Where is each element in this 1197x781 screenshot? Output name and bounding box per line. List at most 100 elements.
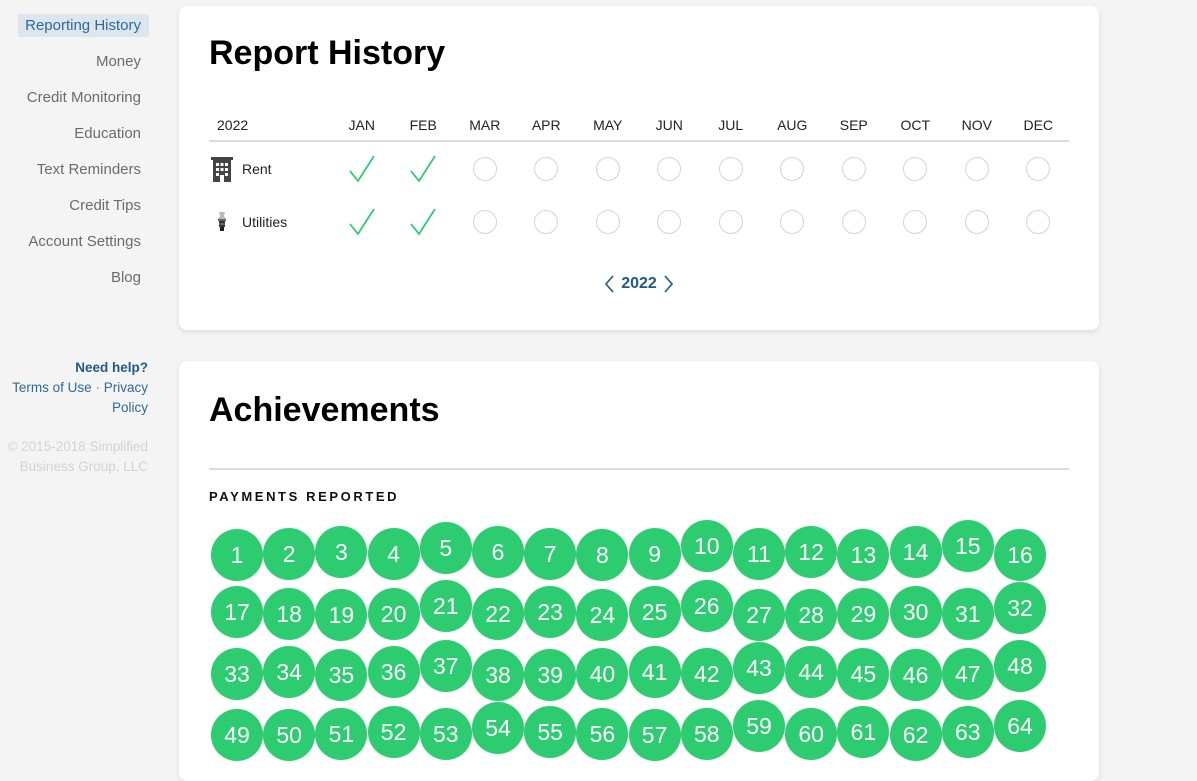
checkmark-icon xyxy=(410,155,437,183)
achievement-badge: 29 xyxy=(834,585,893,643)
achievement-badge: 36 xyxy=(364,643,423,701)
achievement-badge: 49 xyxy=(208,706,266,764)
sidebar-item-reporting-history[interactable]: Reporting History xyxy=(0,14,149,50)
status-cell xyxy=(823,156,885,181)
copyright: © 2015-2018 Simplified Business Group, L… xyxy=(0,437,148,477)
empty-circle-icon xyxy=(657,156,682,181)
achievement-badge: 38 xyxy=(469,646,527,704)
copyright-line2: Business Group, LLC xyxy=(19,459,148,474)
privacy-link-line2[interactable]: Policy xyxy=(0,398,148,418)
status-cell xyxy=(639,209,701,234)
achievement-badge: 41 xyxy=(625,643,684,701)
achievement-badge: 46 xyxy=(886,646,945,704)
achievement-badge: 47 xyxy=(938,645,997,703)
sidebar-item-label[interactable]: Education xyxy=(67,122,149,145)
status-cell xyxy=(762,209,824,234)
achievement-badge: 51 xyxy=(312,705,371,763)
status-cell xyxy=(454,209,516,234)
sidebar-item-blog[interactable]: Blog xyxy=(0,266,149,302)
sidebar-item-text-reminders[interactable]: Text Reminders xyxy=(0,158,149,194)
month-header: DEC xyxy=(1023,116,1054,133)
status-cell xyxy=(1008,156,1070,181)
empty-circle-icon xyxy=(718,209,743,234)
chevron-right-icon[interactable] xyxy=(661,274,675,294)
empty-circle-icon xyxy=(534,209,559,234)
report-table-header: 2022 JAN FEB MAR APR MAY JUN JUL AUG SEP… xyxy=(209,109,1069,142)
achievement-badge: 25 xyxy=(625,583,684,641)
empty-circle-icon xyxy=(472,156,497,181)
status-cell xyxy=(946,209,1008,234)
empty-circle-icon xyxy=(534,156,559,181)
empty-circle-icon xyxy=(841,156,866,181)
achievement-badge: 55 xyxy=(521,703,580,761)
status-cell xyxy=(577,156,639,181)
report-table: 2022 JAN FEB MAR APR MAY JUN JUL AUG SEP… xyxy=(209,109,1069,248)
sidebar-item-education[interactable]: Education xyxy=(0,122,149,158)
achievement-badge: 22 xyxy=(469,585,527,643)
status-cell xyxy=(331,207,393,237)
need-help-link[interactable]: Need help? xyxy=(0,358,148,378)
sidebar-item-credit-monitoring[interactable]: Credit Monitoring xyxy=(0,86,149,122)
achievement-badge: 5 xyxy=(416,519,475,577)
terms-link[interactable]: Terms of Use xyxy=(12,380,92,395)
status-cell xyxy=(885,209,947,234)
empty-circle-icon xyxy=(1026,156,1051,181)
sidebar-item-credit-tips[interactable]: Credit Tips xyxy=(0,194,149,230)
empty-circle-icon xyxy=(903,156,928,181)
empty-circle-icon xyxy=(657,209,682,234)
month-header: SEP xyxy=(839,116,868,133)
sidebar-item-label[interactable]: Reporting History xyxy=(18,14,149,37)
status-cell xyxy=(762,156,824,181)
achievement-badge: 15 xyxy=(938,517,997,575)
sidebar-item-label[interactable]: Text Reminders xyxy=(30,158,149,181)
sidebar-item-label[interactable]: Credit Monitoring xyxy=(20,86,149,109)
status-cell xyxy=(946,156,1008,181)
month-header: OCT xyxy=(900,116,931,133)
achievement-badge: 9 xyxy=(625,525,684,583)
status-cell xyxy=(1008,209,1070,234)
status-cell xyxy=(885,156,947,181)
achievement-badge: 10 xyxy=(677,517,736,575)
achievement-badge: 56 xyxy=(573,705,632,763)
help-section: Need help? Terms of Use · Privacy Policy xyxy=(0,358,148,418)
achievement-badge: 33 xyxy=(208,645,266,703)
link-separator: · xyxy=(95,380,100,395)
checkmark-icon xyxy=(349,208,375,236)
payments-reported-heading: PAYMENTS REPORTED xyxy=(209,489,400,504)
achievements-card: Achievements PAYMENTS REPORTED 123456789… xyxy=(179,361,1099,781)
sidebar-item-label[interactable]: Money xyxy=(89,50,149,73)
month-header: MAY xyxy=(593,116,623,133)
month-header: JUL xyxy=(718,116,744,133)
sidebar-nav: Reporting History Money Credit Monitorin… xyxy=(0,14,149,302)
report-history-card: Report History 2022 JAN FEB MAR APR MAY … xyxy=(179,6,1099,330)
sidebar-item-money[interactable]: Money xyxy=(0,50,149,86)
achievement-badge: 58 xyxy=(677,705,736,763)
achievement-badge: 16 xyxy=(991,526,1049,584)
privacy-link[interactable]: Privacy xyxy=(104,380,148,395)
status-cell xyxy=(454,156,516,181)
sidebar-item-label[interactable]: Credit Tips xyxy=(62,194,149,217)
achievement-badge: 26 xyxy=(677,577,736,635)
month-header: JAN xyxy=(348,116,375,133)
achievement-badge: 61 xyxy=(834,703,893,761)
month-header: JUN xyxy=(655,116,683,133)
sidebar-item-account-settings[interactable]: Account Settings xyxy=(0,230,149,266)
achievement-badge: 45 xyxy=(834,645,893,703)
sidebar-item-label[interactable]: Blog xyxy=(104,266,149,289)
achievement-badge: 2 xyxy=(260,525,319,583)
month-header: FEB xyxy=(409,116,437,133)
achievement-badge: 1 xyxy=(208,526,266,584)
status-cell xyxy=(577,209,639,234)
status-cell xyxy=(639,156,701,181)
status-cell xyxy=(700,209,762,234)
sidebar-item-label[interactable]: Account Settings xyxy=(21,230,149,253)
month-header: APR xyxy=(531,116,561,133)
status-cell xyxy=(516,209,578,234)
achievement-badge: 52 xyxy=(364,703,423,761)
achievement-badge: 59 xyxy=(730,697,788,755)
status-cell xyxy=(393,154,455,184)
month-header: MAR xyxy=(469,116,501,133)
chevron-left-icon[interactable] xyxy=(603,274,617,294)
badge-grid: 1 2 3 4 5 6 7 8 9 10 11 12 13 14 15 16 17 18 19 20 21 22 23 24 2… xyxy=(208,517,1069,781)
status-cell xyxy=(331,154,393,184)
